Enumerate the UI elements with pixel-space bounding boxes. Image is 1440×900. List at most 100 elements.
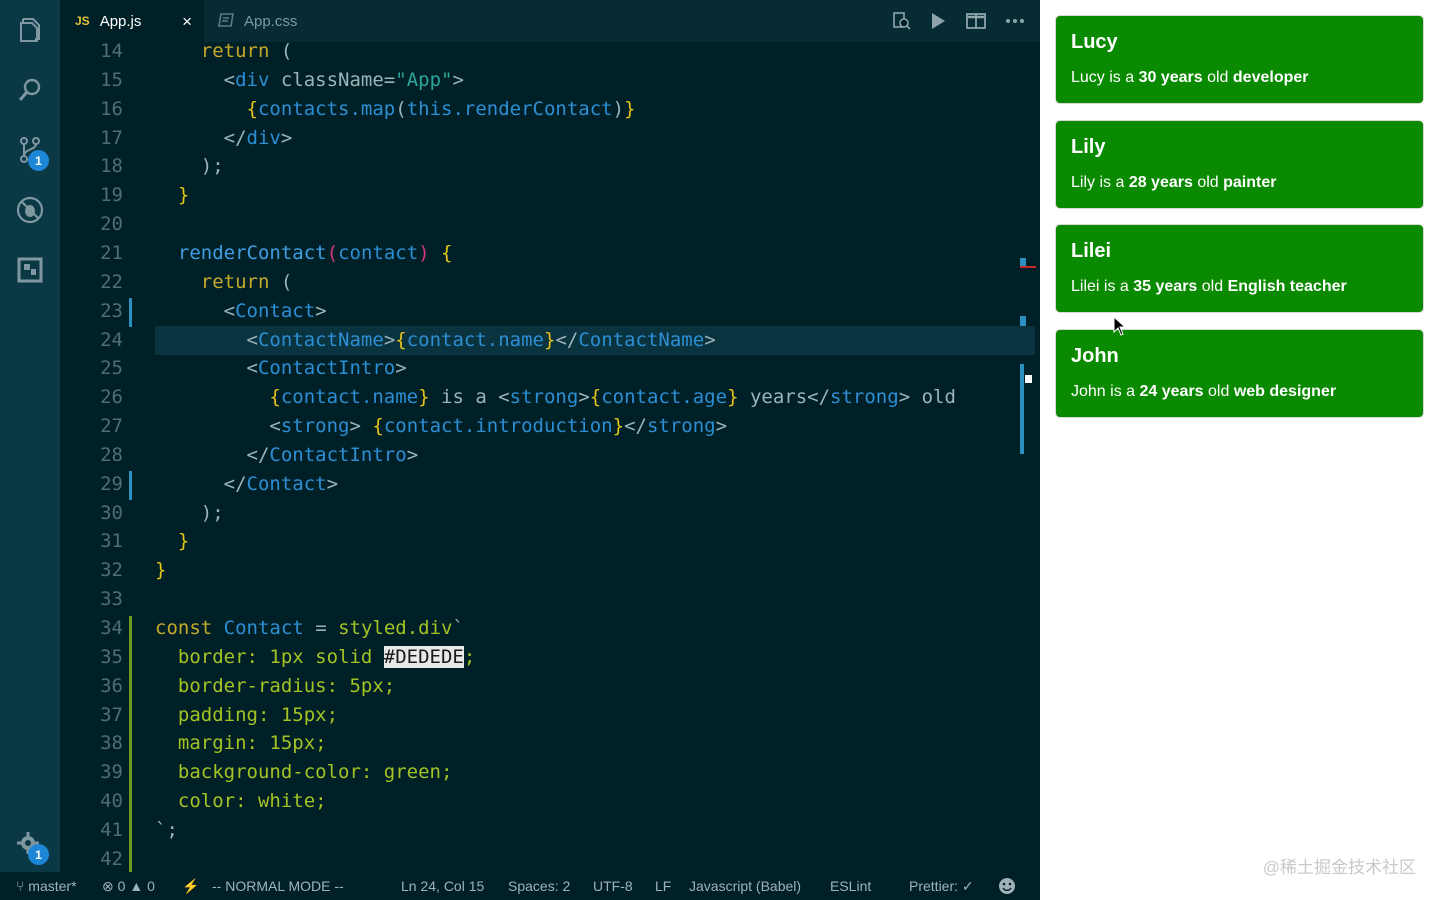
line-content: `; <box>155 818 178 841</box>
contact-name: John <box>1071 345 1119 368</box>
line-content: } <box>155 559 167 582</box>
editor-tab-bar: JS App.js × App.css <box>60 0 1040 42</box>
line-number: 34 <box>100 617 123 639</box>
search-icon[interactable] <box>0 65 60 115</box>
overview-ruler[interactable] <box>1020 42 1036 872</box>
language-mode[interactable]: Javascript (Babel) <box>689 878 801 894</box>
feedback-smiley-icon[interactable] <box>998 877 1016 898</box>
code-line[interactable]: 36 border-radius: 5px; <box>60 672 1020 701</box>
line-content: <div className="App"> <box>223 68 464 91</box>
js-file-icon: JS <box>75 14 90 28</box>
line-content: renderContact(contact) { <box>177 241 453 264</box>
run-icon[interactable] <box>927 10 949 32</box>
code-line[interactable]: 31 } <box>60 527 1020 556</box>
encoding[interactable]: UTF-8 <box>593 878 633 894</box>
branch-icon: ⑂ <box>16 878 25 894</box>
code-line[interactable]: 41 `; <box>60 816 1020 845</box>
code-line[interactable]: 20 <box>60 210 1020 239</box>
line-number: 22 <box>100 270 123 293</box>
code-area[interactable]: 14 return (15 <div className="App"> 16 {c… <box>60 42 1040 872</box>
source-control-badge: 1 <box>28 150 49 171</box>
code-line[interactable]: 34 const Contact = styled.div` <box>60 614 1020 643</box>
close-icon[interactable]: × <box>182 12 192 32</box>
cursor-position[interactable]: Ln 24, Col 15 <box>401 878 484 894</box>
line-content: return ( <box>200 42 293 62</box>
line-content: <strong> {contact.introduction}</strong> <box>269 415 728 438</box>
contact-name: Lucy <box>1071 31 1118 53</box>
line-number: 26 <box>100 386 123 409</box>
more-actions-icon[interactable] <box>1004 10 1026 32</box>
code-line[interactable]: 37 padding: 15px; <box>60 701 1020 730</box>
contact-intro: Lilei is a 35 years old English teacher <box>1071 278 1347 296</box>
line-content: </ContactIntro> <box>246 443 419 466</box>
code-line[interactable]: 28 </ContactIntro> <box>60 441 1020 470</box>
tab-label: App.js <box>99 12 142 30</box>
line-content: color: white; <box>155 790 327 813</box>
line-number: 31 <box>100 530 123 553</box>
code-line[interactable]: 39 background-color: green; <box>60 758 1020 787</box>
code-line[interactable]: 17 </div> <box>60 124 1020 153</box>
line-content: const Contact = styled.div` <box>155 617 464 639</box>
code-line[interactable]: 25 <ContactIntro> <box>60 354 1020 383</box>
code-line[interactable]: 14 return ( <box>60 42 1020 66</box>
code-line[interactable]: 35 border: 1px solid #DEDEDE; <box>60 643 1020 672</box>
branch-name: master* <box>28 878 77 894</box>
code-line[interactable]: 22 return ( <box>60 268 1020 297</box>
line-content: border-radius: 5px; <box>155 674 396 697</box>
code-line[interactable]: 23 <Contact> <box>60 297 1020 326</box>
prettier-status[interactable]: Prettier: ✓ <box>909 878 974 895</box>
debug-icon[interactable] <box>0 185 60 235</box>
indentation[interactable]: Spaces: 2 <box>508 878 570 894</box>
extensions-icon[interactable] <box>0 245 60 295</box>
git-branch[interactable]: ⑂ master* <box>16 878 77 894</box>
code-line[interactable]: 18 ); <box>60 152 1020 181</box>
lightning-icon[interactable]: ⚡ <box>182 878 199 895</box>
code-line[interactable]: 40 color: white; <box>60 787 1020 816</box>
css-file-icon <box>218 12 234 30</box>
line-number: 16 <box>100 97 123 120</box>
problems-indicator[interactable]: ⊗ 0 ▲ 0 <box>102 878 155 895</box>
code-line[interactable]: 33 <box>60 585 1020 614</box>
contact-card: Lilei Lilei is a 35 years old English tea… <box>1055 224 1424 314</box>
tab-label: App.css <box>244 12 298 30</box>
contact-intro: Lily is a 28 years old painter <box>1071 173 1277 191</box>
line-number: 21 <box>100 241 123 264</box>
code-line[interactable]: 24 <ContactName>{contact.name}</ContactN… <box>60 326 1020 355</box>
line-number: 25 <box>100 357 123 380</box>
warning-count: 0 <box>147 878 155 894</box>
contact-intro: Lucy is a 30 years old developer <box>1071 69 1309 86</box>
line-number: 17 <box>100 126 123 149</box>
line-content: </Contact> <box>223 472 339 495</box>
code-line[interactable]: 30 ); <box>60 499 1020 528</box>
code-line[interactable]: 16 {contacts.map(this.renderContact)} <box>60 95 1020 124</box>
code-line[interactable]: 42 <box>60 845 1020 872</box>
tab-app-css[interactable]: App.css <box>204 0 344 42</box>
line-number: 38 <box>100 732 123 755</box>
code-line[interactable]: 29 </Contact> <box>60 470 1020 499</box>
browser-preview: Lucy Lucy is a 30 years old developer Lily… <box>1040 0 1440 900</box>
line-number: 27 <box>100 415 123 438</box>
tab-app-js[interactable]: JS App.js × <box>60 0 204 42</box>
explorer-icon[interactable] <box>0 5 60 55</box>
line-number: 37 <box>100 703 123 726</box>
source-control-icon[interactable]: 1 <box>0 125 60 175</box>
line-number: 24 <box>100 328 123 351</box>
line-number: 42 <box>100 847 123 870</box>
code-line[interactable]: 38 margin: 15px; <box>60 729 1020 758</box>
code-line[interactable]: 32} <box>60 556 1020 585</box>
code-line[interactable]: 21 renderContact(contact) { <box>60 239 1020 268</box>
code-line[interactable]: 19 } <box>60 181 1020 210</box>
code-line[interactable]: 27 <strong> {contact.introduction}</stro… <box>60 412 1020 441</box>
line-number: 36 <box>100 674 123 697</box>
code-line[interactable]: 15 <div className="App"> <box>60 66 1020 95</box>
settings-gear-icon[interactable]: 1 <box>0 820 60 870</box>
end-of-line[interactable]: LF <box>655 878 671 894</box>
line-content: {contact.name} is a <strong>{contact.age… <box>269 386 956 409</box>
line-content: border: 1px solid #DEDEDE; <box>155 645 476 668</box>
line-number: 30 <box>100 501 123 524</box>
open-changes-icon[interactable] <box>890 10 912 32</box>
eslint-status[interactable]: ESLint <box>830 878 871 894</box>
split-editor-icon[interactable] <box>965 10 987 32</box>
status-bar: ⑂ master* ⊗ 0 ▲ 0 ⚡ -- NORMAL MODE -- Ln… <box>0 872 1040 900</box>
code-line[interactable]: 26 {contact.name} is a <strong>{contact.… <box>60 383 1020 412</box>
